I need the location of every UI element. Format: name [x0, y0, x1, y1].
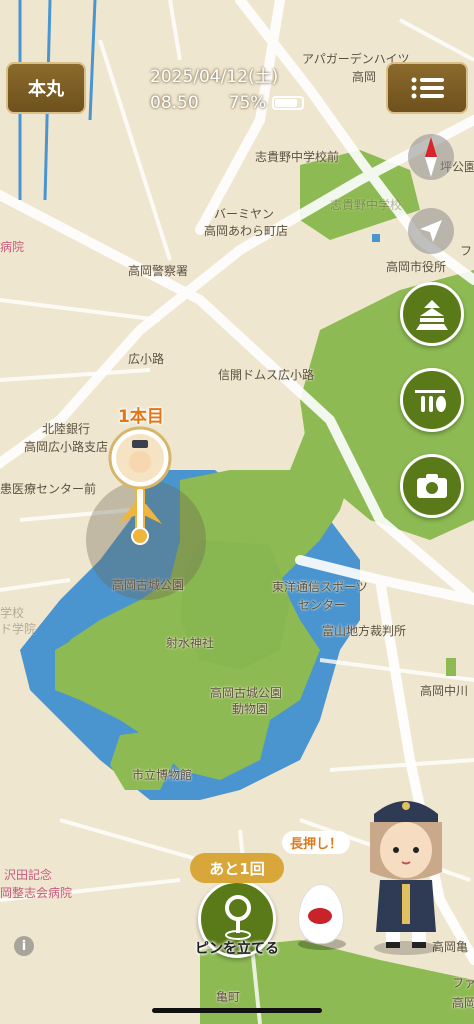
label-seishi: 岡整志会病院: [0, 886, 73, 900]
label-zoo: 高岡古城公園: [210, 686, 283, 700]
label-hokuriku-bank-2: 高岡広小路支店: [24, 440, 109, 454]
label-hospital-left: 病院: [0, 240, 25, 254]
long-press-hint: 長押し！: [282, 831, 351, 854]
label-toyo-2: センター: [298, 598, 347, 612]
character-avatar[interactable]: [356, 792, 456, 956]
castle-icon: [416, 300, 448, 330]
label-court: 富山地方裁判所: [322, 624, 407, 638]
navigation-arrow-icon: [420, 220, 442, 242]
status-bar: 2025/04/12(土) 08.50 75%: [150, 64, 305, 116]
camera-icon: [417, 474, 447, 498]
label-sawada: 沢田記念: [4, 868, 53, 882]
remaining-count-badge: あと1回: [190, 853, 284, 883]
pin-number-label: 1本目: [118, 407, 164, 427]
pin-drop-icon: [225, 895, 251, 940]
label-bottom-right: 高岡: [452, 996, 474, 1010]
label-hirokoji: 広小路: [128, 352, 165, 366]
label-fa-right: フ: [460, 244, 473, 258]
menu-button[interactable]: [386, 62, 468, 114]
label-school-left: 学校: [0, 606, 25, 620]
camera-button[interactable]: [400, 454, 464, 518]
label-medical-center: 患医療センター前: [0, 482, 97, 496]
label-shinkai: 信開ドムス広小路: [218, 368, 315, 382]
label-police: 高岡警察署: [128, 264, 189, 278]
label-museum: 市立博物館: [132, 768, 193, 782]
label-city-office: 高岡市役所: [386, 260, 447, 274]
label-imizu: 射水神社: [166, 636, 215, 650]
locate-button[interactable]: [408, 208, 454, 254]
label-takaoka-top: 高岡: [352, 70, 377, 84]
label-zoo-2: 動物園: [232, 702, 269, 716]
label-school-left-2: ド学院: [0, 622, 37, 636]
castle-button[interactable]: [400, 282, 464, 346]
home-indicator: [152, 1008, 322, 1013]
label-barmiyan: バーミヤン: [214, 207, 275, 221]
egg-emblem-icon: [308, 908, 332, 924]
label-hokuriku-bank: 北陸銀行: [42, 422, 91, 436]
label-toyo: 東洋通信スポーツ: [272, 580, 368, 594]
compass-icon: [425, 137, 437, 177]
label-shikino-faded: 志貴野中学校: [330, 198, 403, 212]
honmaru-button[interactable]: 本丸: [6, 62, 86, 114]
label-takaoka-naka: 高岡中川: [420, 684, 469, 698]
egg-item[interactable]: [292, 882, 348, 952]
pins-button[interactable]: [400, 368, 464, 432]
battery-icon: [272, 96, 305, 110]
info-icon[interactable]: i: [14, 936, 34, 956]
compass-button[interactable]: [408, 134, 454, 180]
label-fa-bottom: ファ: [452, 976, 474, 990]
place-pin-label: ピンを立てる: [195, 941, 279, 957]
map-pin[interactable]: [108, 426, 172, 550]
date-text: 2025/04/12(土): [150, 67, 279, 87]
list-icon: [411, 77, 444, 99]
label-bottom-town: 亀町: [216, 990, 241, 1004]
time-text: 08.50: [150, 93, 199, 113]
label-barmiyan-2: 高岡あわら町店: [204, 224, 289, 238]
pins-icon: [415, 390, 446, 412]
label-shikino-school: 志貴野中学校前: [255, 150, 340, 164]
battery-text: 75%: [228, 93, 267, 113]
time-battery-row: 08.50 75%: [150, 90, 305, 116]
